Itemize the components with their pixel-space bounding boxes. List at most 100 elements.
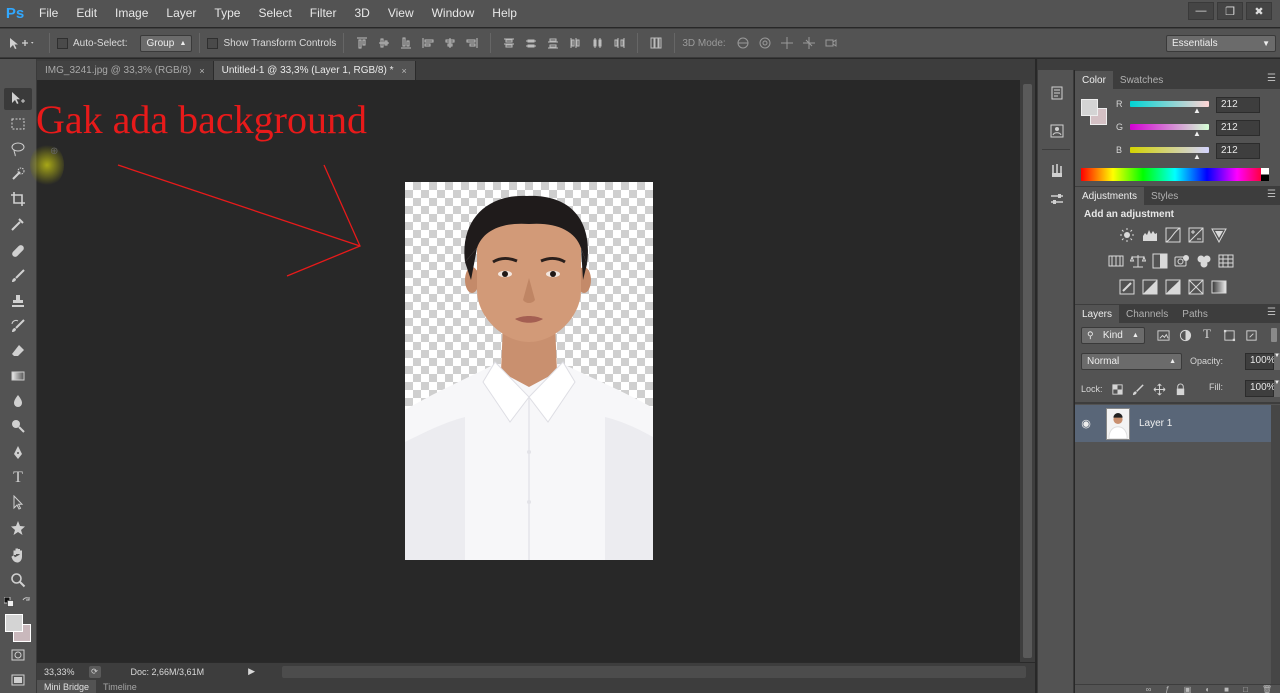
align-hcenter-icon[interactable] [443,36,457,50]
menu-filter[interactable]: Filter [301,0,346,27]
close-button[interactable]: ✖ [1246,2,1272,20]
gradient-map-icon[interactable] [1211,279,1227,295]
custom-shape-tool[interactable] [4,517,32,539]
healing-brush-tool[interactable] [4,240,32,262]
menu-layer[interactable]: Layer [157,0,205,27]
scrollbar-thumb[interactable] [1023,84,1032,658]
3d-rotate-icon[interactable] [736,36,750,50]
clone-stamp-tool[interactable] [4,290,32,312]
distribute-vcenter-icon[interactable] [524,36,538,50]
exposure-icon[interactable] [1188,227,1204,243]
show-transform-checkbox[interactable] [207,37,219,49]
tab-layers[interactable]: Layers [1075,305,1120,323]
delete-layer-icon[interactable]: 🗑 [1262,685,1272,693]
align-right-icon[interactable] [465,36,479,50]
opacity-value[interactable]: 100% [1245,353,1276,370]
add-mask-icon[interactable]: ▣ [1184,685,1192,693]
lock-position-icon[interactable] [1152,382,1166,396]
screen-mode-button[interactable] [4,669,32,691]
blur-tool[interactable] [4,390,32,412]
menu-type[interactable]: Type [205,0,249,27]
distribute-right-icon[interactable] [612,36,626,50]
align-top-icon[interactable] [355,36,369,50]
levels-icon[interactable] [1142,227,1158,243]
threshold-icon[interactable] [1165,279,1181,295]
eraser-tool[interactable] [4,340,32,362]
menu-image[interactable]: Image [106,0,157,27]
layer-style-icon[interactable]: ƒ [1165,685,1169,693]
path-selection-tool[interactable] [4,492,32,514]
filter-smart-object-icon[interactable] [1244,328,1258,342]
tab-timeline[interactable]: Timeline [96,680,144,693]
eye-icon[interactable]: ◉ [1075,417,1097,430]
menu-view[interactable]: View [379,0,423,27]
tab-adjustments[interactable]: Adjustments [1075,187,1145,205]
move-tool[interactable] [4,88,32,110]
align-bottom-icon[interactable] [399,36,413,50]
gradient-tool[interactable] [4,365,32,387]
quick-mask-button[interactable] [4,644,32,666]
hue-saturation-icon[interactable] [1108,253,1124,269]
panel-menu-icon[interactable]: ☰ [1267,307,1276,318]
distribute-left-icon[interactable] [568,36,582,50]
info-panel-icon[interactable] [1047,121,1067,141]
swap-colors-icon[interactable] [21,596,32,607]
restore-button[interactable]: ❐ [1217,2,1243,20]
horizontal-scrollbar[interactable] [282,666,1026,678]
minimize-button[interactable]: — [1188,2,1214,20]
menu-file[interactable]: File [30,0,67,27]
auto-select-dropdown[interactable]: Group ▲ [140,34,193,52]
history-brush-tool[interactable] [4,315,32,337]
pen-tool[interactable] [4,442,32,464]
crop-tool[interactable] [4,188,32,210]
photo-filter-icon[interactable] [1174,253,1190,269]
opacity-dropdown-arrow[interactable]: ▼ [1274,353,1280,370]
3d-roll-icon[interactable] [758,36,772,50]
link-layers-icon[interactable]: ∞ [1146,685,1152,693]
color-spectrum-ramp[interactable] [1081,168,1269,181]
default-colors-icon[interactable] [3,596,14,607]
hand-tool[interactable] [4,544,32,566]
slider-thumb-icon[interactable]: ▲ [1193,106,1201,115]
menu-edit[interactable]: Edit [67,0,106,27]
layer-filter-kind-dropdown[interactable]: ⚲ Kind ▲ [1081,327,1145,344]
canvas-layer-photo[interactable] [405,182,653,560]
lock-transparent-icon[interactable] [1110,382,1124,396]
eyedropper-tool[interactable] [4,213,32,235]
tab-mini-bridge[interactable]: Mini Bridge [37,680,97,693]
filter-adjustment-icon[interactable] [1178,328,1192,342]
color-balance-icon[interactable] [1130,253,1146,269]
color-lookup-icon[interactable] [1218,253,1234,269]
status-menu-arrow-icon[interactable]: ▶ [248,666,255,677]
foreground-color-swatch[interactable] [5,614,23,632]
curves-icon[interactable] [1165,227,1181,243]
slider-thumb-icon[interactable]: ▲ [1193,152,1201,161]
panel-menu-icon[interactable]: ☰ [1267,189,1276,200]
brightness-icon[interactable] [1119,227,1135,243]
dodge-tool[interactable] [4,415,32,437]
brush-tool[interactable] [4,265,32,287]
filter-type-icon[interactable]: T [1200,326,1214,341]
zoom-level[interactable]: 33,33% [44,667,75,677]
quick-selection-tool[interactable] [4,163,32,185]
menu-window[interactable]: Window [423,0,484,27]
channel-b-value[interactable]: 212 [1216,143,1260,159]
lock-all-icon[interactable] [1173,382,1187,396]
vertical-scrollbar[interactable] [1020,80,1035,662]
menu-select[interactable]: Select [249,0,300,27]
new-adjustment-icon[interactable]: ◐ [1205,685,1210,693]
black-white-icon[interactable] [1152,253,1168,269]
vibrance-icon[interactable] [1211,227,1227,243]
align-left-icon[interactable] [421,36,435,50]
menu-help[interactable]: Help [483,0,526,27]
auto-align-icon[interactable] [649,36,663,50]
slider-thumb-icon[interactable]: ▲ [1193,129,1201,138]
selective-color-icon[interactable] [1188,279,1204,295]
tab-channels[interactable]: Channels [1119,305,1175,323]
channel-mixer-icon[interactable] [1196,253,1212,269]
lock-pixels-icon[interactable] [1131,382,1145,396]
blend-mode-dropdown[interactable]: Normal ▲ [1081,353,1182,370]
history-panel-icon[interactable] [1047,83,1067,103]
move-tool-preset[interactable] [0,36,42,50]
lasso-tool[interactable] [4,138,32,160]
